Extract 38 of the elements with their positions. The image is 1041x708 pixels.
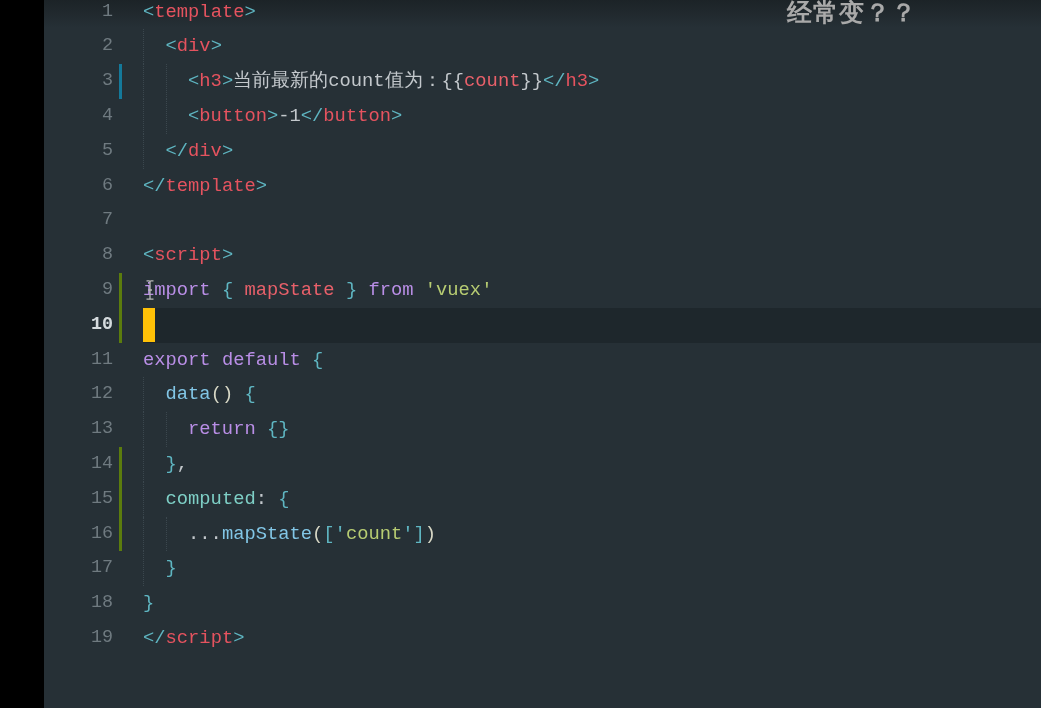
text-caret-icon [143, 308, 155, 343]
line-number: 14 [89, 451, 113, 476]
code-line: } [165, 556, 177, 582]
line-number: 7 [100, 208, 113, 233]
line-number: 17 [89, 556, 113, 581]
line-number: 16 [89, 521, 113, 546]
code-line: return {} [188, 417, 290, 443]
line-number: 18 [89, 591, 113, 616]
code-line: <button>-1</button> [188, 104, 403, 129]
code-line: computed: { [165, 486, 290, 512]
line-number: 11 [89, 347, 113, 372]
line-number: 5 [100, 138, 113, 163]
line-number: 13 [89, 417, 113, 442]
code-line: <template> [143, 0, 256, 25]
line-number: 6 [100, 173, 113, 198]
code-line: <h3>当前最新的count值为：{{count}}</h3> [188, 69, 600, 95]
line-number: 2 [100, 34, 113, 59]
line-number: 19 [89, 625, 113, 650]
code-line: <div> [165, 34, 222, 60]
line-number: 1 [100, 0, 113, 24]
line-number: 4 [100, 104, 113, 128]
code-line: </script> [143, 625, 245, 651]
line-number: 12 [89, 382, 113, 407]
code-line: <script> [143, 243, 234, 269]
code-line: </template> [143, 173, 267, 199]
line-number: 9 [100, 278, 113, 302]
caption-text: 经常变？？ [787, 0, 917, 28]
code-line: </div> [165, 138, 234, 164]
code-line: ...mapState(['count']) [188, 521, 437, 547]
code-line: data() { [165, 382, 256, 408]
line-number: 15 [89, 486, 113, 511]
code-line: } [143, 591, 155, 617]
code-line: import { mapState } from 'vuex' [143, 278, 493, 303]
line-number: 10 [89, 312, 113, 337]
line-number: 3 [100, 69, 113, 94]
code-line: }, [165, 451, 189, 477]
code-line: export default { [143, 347, 324, 373]
line-number: 8 [100, 243, 113, 268]
